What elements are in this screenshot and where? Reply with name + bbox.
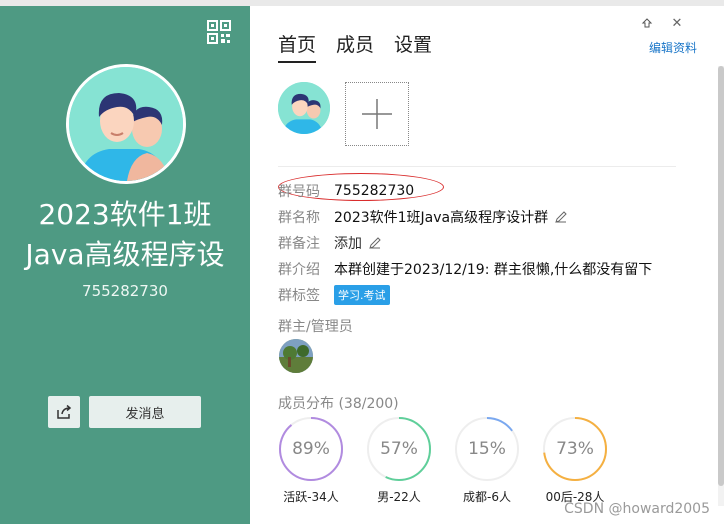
group-avatar[interactable] xyxy=(66,64,186,184)
admins-label: 群主/管理员 xyxy=(278,319,353,335)
remark-label: 群备注 xyxy=(278,236,320,252)
remark-add-link[interactable]: 添加 xyxy=(334,233,362,253)
tab-home[interactable]: 首页 xyxy=(278,30,317,63)
intro-value: 本群创建于2023/12/19: 群主很懒,什么都没有留下 xyxy=(334,262,653,278)
qr-code-icon[interactable] xyxy=(207,20,231,44)
stat-active[interactable]: 89% 活跃-34人 xyxy=(278,416,344,505)
stat-label: 活跃-34人 xyxy=(283,490,339,504)
group-detail-panel: ✕ 首页 成员 设置 编辑资料 群号码 755282730 群名称 2023软件… xyxy=(250,6,724,524)
close-icon[interactable]: ✕ xyxy=(668,14,686,32)
share-icon xyxy=(57,404,72,419)
tag-label: 群标签 xyxy=(278,288,320,304)
share-button[interactable] xyxy=(48,396,80,428)
group-info-list: 群号码 755282730 群名称 2023软件1班Java高级程序设计群 群备… xyxy=(278,178,678,308)
info-row-tag: 群标签 学习.考试 xyxy=(278,282,678,308)
group-avatar-thumbnail[interactable] xyxy=(278,82,330,134)
divider xyxy=(278,166,676,167)
stat-label: 成都-6人 xyxy=(463,490,511,504)
tab-members[interactable]: 成员 xyxy=(336,30,374,63)
pin-icon[interactable] xyxy=(638,14,656,32)
tab-bar: 首页 成员 设置 xyxy=(278,30,432,63)
tab-settings[interactable]: 设置 xyxy=(394,30,432,63)
id-label: 群号码 xyxy=(278,184,320,200)
info-row-intro: 群介绍 本群创建于2023/12/19: 群主很懒,什么都没有留下 xyxy=(278,256,678,282)
member-stats: 89% 活跃-34人 57% 男-22人 15% 成都-6人 73% 00后-2… xyxy=(278,416,608,505)
ring-percent: 15% xyxy=(468,439,506,459)
ring-percent: 57% xyxy=(380,439,418,459)
group-title-line2: Java高级程序设 xyxy=(25,238,225,271)
group-number: 755282730 xyxy=(82,282,168,300)
watermark: CSDN @howard2005 xyxy=(564,501,710,517)
tag-badge[interactable]: 学习.考试 xyxy=(334,285,390,305)
ring-percent: 73% xyxy=(556,439,594,459)
group-profile-panel: 2023软件1班 Java高级程序设 755282730 发消息 xyxy=(0,6,250,524)
pencil-icon[interactable] xyxy=(368,236,382,250)
id-value: 755282730 xyxy=(334,183,415,199)
name-label: 群名称 xyxy=(278,210,320,226)
info-row-id: 群号码 755282730 xyxy=(278,178,678,204)
info-row-name: 群名称 2023软件1班Java高级程序设计群 xyxy=(278,204,678,230)
stat-region[interactable]: 15% 成都-6人 xyxy=(454,416,520,505)
stat-label: 男-22人 xyxy=(377,490,421,504)
scrollbar-thumb[interactable] xyxy=(718,66,724,486)
send-message-button[interactable]: 发消息 xyxy=(89,396,201,428)
distribution-label: 成员分布 (38/200) xyxy=(278,396,399,412)
add-avatar-button[interactable] xyxy=(345,82,409,146)
ring-percent: 89% xyxy=(292,439,330,459)
edit-profile-link[interactable]: 编辑资料 xyxy=(649,39,697,56)
name-value: 2023软件1班Java高级程序设计群 xyxy=(334,210,549,226)
stat-male[interactable]: 57% 男-22人 xyxy=(366,416,432,505)
group-title-line1: 2023软件1班 xyxy=(38,198,212,231)
stat-age[interactable]: 73% 00后-28人 xyxy=(542,416,608,505)
plus-icon xyxy=(362,99,392,129)
info-row-remark: 群备注 添加 xyxy=(278,230,678,256)
pencil-icon[interactable] xyxy=(554,210,568,224)
intro-label: 群介绍 xyxy=(278,262,320,278)
admin-avatar[interactable] xyxy=(279,339,313,373)
